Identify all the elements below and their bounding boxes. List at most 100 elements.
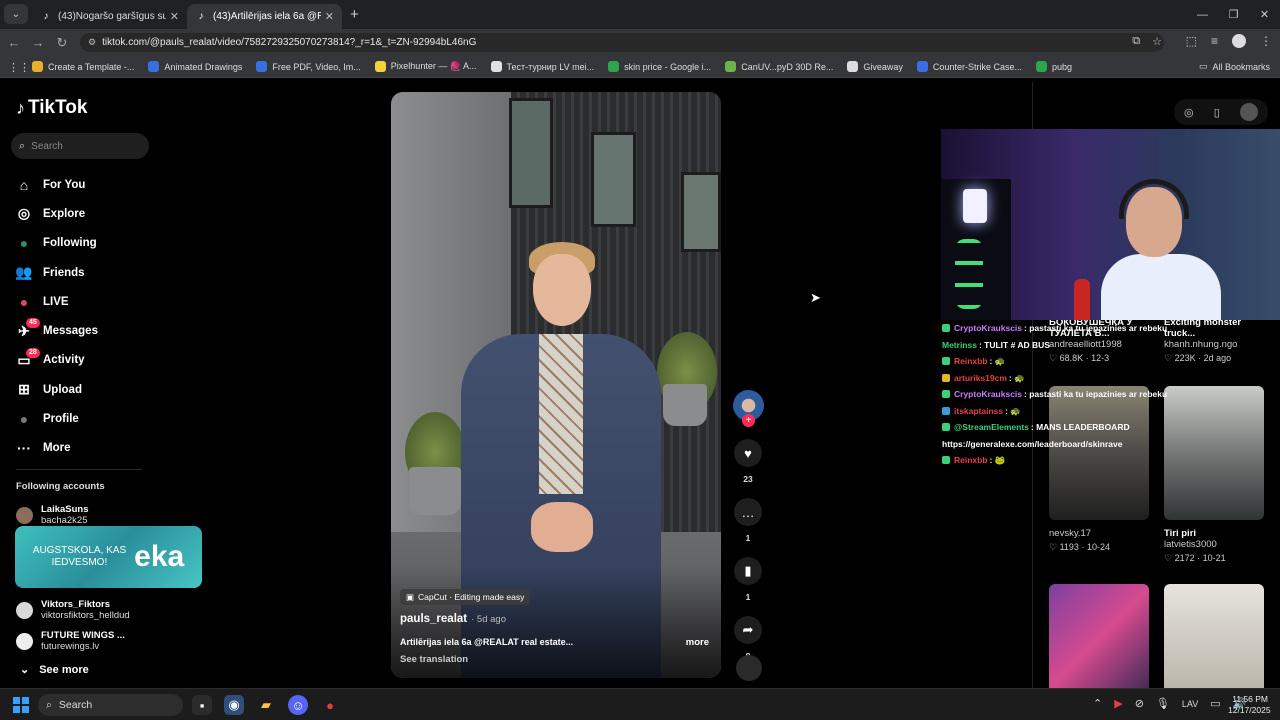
search-icon: ⌕	[46, 698, 52, 711]
bookmark-item[interactable]: Pixelhunter — 🧶 A...	[374, 61, 477, 72]
coin-icon[interactable]: ◎	[1184, 106, 1194, 119]
display-icon[interactable]: ▭	[1210, 697, 1220, 710]
author-name: pauls_realat	[400, 613, 468, 625]
bookmark-item[interactable]: Giveaway	[847, 61, 903, 72]
comment-icon[interactable]: …	[734, 498, 762, 526]
apps-grid-icon[interactable]: ⋮⋮	[8, 61, 30, 74]
profile-avatar-icon[interactable]	[1232, 34, 1246, 48]
search-input[interactable]: ⌕ Search	[11, 133, 149, 159]
menu-dots-icon[interactable]: ⋮	[1260, 34, 1272, 48]
chat-text: : 🐢	[1008, 372, 1025, 383]
video-scene-window	[681, 172, 721, 252]
see-translation-button[interactable]: See translation	[400, 654, 468, 665]
media-icon[interactable]: ≡	[1211, 34, 1218, 48]
chat-badge-icon	[942, 456, 950, 464]
nav-item-activity[interactable]: ▭ 28 Activity	[14, 346, 194, 375]
video-author[interactable]: pauls_realat · 5d ago	[400, 613, 506, 625]
tray-app-icon[interactable]: ▶	[1114, 697, 1122, 710]
forward-icon[interactable]: →	[26, 35, 50, 50]
see-more-button[interactable]: ⌄ See more	[20, 663, 89, 677]
bookmark-icon[interactable]: ▮	[734, 557, 762, 585]
notification-badge: 45	[26, 318, 40, 329]
app-icon[interactable]: ●	[320, 695, 340, 715]
close-window-icon[interactable]: ✕	[1249, 8, 1280, 21]
account-item[interactable]: LaikaSuns bacha2k25	[16, 504, 89, 526]
discord-icon[interactable]: ☺	[288, 695, 308, 715]
like-action[interactable]: ♥ 23	[733, 439, 763, 484]
nav-item-live[interactable]: ● LIVE	[14, 287, 194, 316]
bookmark-item[interactable]: Animated Drawings	[148, 61, 242, 72]
site-info-icon[interactable]: ⚙	[88, 37, 96, 48]
bookmark-item[interactable]: pubg	[1035, 61, 1072, 72]
follow-plus-icon[interactable]: +	[742, 414, 755, 427]
url-field[interactable]: ⚙ tiktok.com/@pauls_realat/video/7582729…	[80, 33, 1164, 52]
network-icon[interactable]: ⊘	[1135, 697, 1144, 710]
nav-item-more[interactable]: ··· More	[14, 434, 194, 463]
extensions-icon[interactable]: ⬚	[1186, 34, 1197, 48]
back-icon[interactable]: ←	[2, 35, 26, 50]
clock[interactable]: 11:56 PM 12/17/2025	[1228, 694, 1271, 716]
windows-start-icon[interactable]	[13, 697, 29, 713]
video-thumbnail[interactable]	[1049, 584, 1149, 694]
video-player[interactable]: ▣ CapCut · Editing made easy pauls_reala…	[391, 92, 721, 678]
save-action[interactable]: ▮ 1	[733, 557, 763, 602]
minimize-icon[interactable]: —	[1187, 9, 1218, 21]
account-handle: futurewings.lv	[41, 641, 100, 652]
avatar	[16, 632, 33, 650]
bookmark-item[interactable]: Counter-Strike Case...	[916, 61, 1022, 72]
grid-card[interactable]: Exciting monster truck... khanh.nhung.ng…	[1164, 317, 1274, 364]
nav-label: LIVE	[43, 295, 69, 308]
heart-icon[interactable]: ♥	[734, 439, 762, 467]
tiktok-sidebar: ♪ TikTok ⌕ Search ⌂ For You ◎ Explore ● Follo…	[0, 82, 210, 688]
all-bookmarks-button[interactable]: ▭ All Bookmarks	[1199, 61, 1270, 72]
bookmark-item[interactable]: Free PDF, Video, Im...	[256, 61, 361, 72]
creator-avatar[interactable]: +	[733, 390, 764, 427]
device-icon[interactable]: ▯	[1214, 106, 1220, 119]
chat-text: : 🐸	[989, 455, 1006, 465]
reload-icon[interactable]: ↻	[50, 35, 74, 51]
chrome-icon[interactable]: ◉	[224, 695, 244, 715]
comment-action[interactable]: … 1	[733, 498, 763, 543]
nav-item-following[interactable]: ● Following	[14, 229, 194, 258]
bookmark-item[interactable]: CanUV...pyD 30D Re...	[725, 61, 833, 72]
language-indicator[interactable]: LAV	[1182, 699, 1198, 709]
user-avatar[interactable]	[1239, 103, 1258, 121]
bookmark-item[interactable]: Create a Template -...	[32, 61, 134, 72]
account-item[interactable]: Viktors_Fiktors viktorsfiktors_helldud	[16, 599, 130, 621]
mic-icon[interactable]: 🎙	[1156, 697, 1170, 710]
bookmark-item[interactable]: Тест-турнир LV mei...	[490, 61, 594, 72]
nav-item-for-you[interactable]: ⌂ For You	[14, 170, 194, 199]
browser-tab[interactable]: ♪ (43)Nogaršo garšīgus sushi un ✕	[32, 4, 187, 29]
tab-search-button[interactable]: ⌄	[4, 4, 28, 24]
video-thumbnail[interactable]	[1164, 386, 1264, 520]
bookmark-item[interactable]: skin price - Google i...	[608, 61, 711, 72]
bookmark-favicon-icon	[490, 61, 502, 72]
bookmark-label: Giveaway	[863, 61, 903, 72]
capcut-tag[interactable]: ▣ CapCut · Editing made easy	[400, 589, 531, 605]
share-icon[interactable]: ➦	[734, 616, 762, 644]
chevron-up-icon[interactable]: ⌃	[1093, 697, 1102, 710]
nav-item-profile[interactable]: ● Profile	[14, 404, 194, 433]
promo-banner[interactable]: AUGSTSKOLA, KAS IEDVESMO! eka	[15, 526, 202, 588]
video-thumbnail[interactable]	[1164, 584, 1264, 694]
music-disc-icon[interactable]	[736, 655, 762, 681]
account-item[interactable]: FUTURE WINGS ... futurewings.lv	[16, 630, 125, 652]
taskbar-search[interactable]: ⌕ Search	[38, 694, 183, 716]
bookmark-star-icon[interactable]: ☆	[1152, 35, 1162, 48]
nav-item-messages[interactable]: ✈ 45 Messages	[14, 316, 194, 345]
close-tab-icon[interactable]: ✕	[325, 10, 334, 23]
nav-item-friends[interactable]: 👥 Friends	[14, 258, 194, 287]
close-tab-icon[interactable]: ✕	[170, 10, 179, 23]
file-explorer-icon[interactable]: ▰	[256, 695, 276, 715]
grid-card[interactable]: Tiri piri latvietis3000 ♡ 2172 · 10-21	[1164, 528, 1274, 564]
tiktok-logo[interactable]: ♪ TikTok	[16, 97, 87, 119]
nav-item-explore[interactable]: ◎ Explore	[14, 199, 194, 228]
task-view-icon[interactable]: ▪	[192, 695, 212, 715]
browser-tab-active[interactable]: ♪ (43)Artilērijas iela 6a @REALAT ✕	[187, 4, 342, 29]
cast-icon[interactable]: ⧉	[1132, 35, 1140, 48]
nav-item-upload[interactable]: ⊞ Upload	[14, 375, 194, 404]
restore-icon[interactable]: ❐	[1218, 8, 1249, 21]
new-tab-icon[interactable]: +	[342, 6, 367, 29]
caption-more-button[interactable]: more	[686, 637, 709, 648]
grid-card[interactable]: nevsky.17 ♡ 1193 · 10-24	[1049, 528, 1159, 553]
